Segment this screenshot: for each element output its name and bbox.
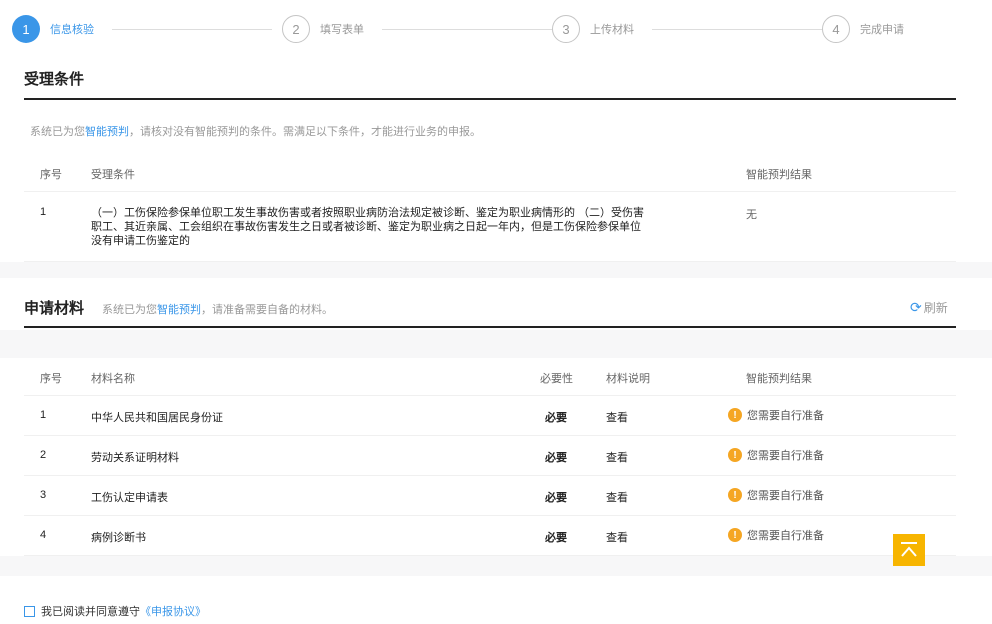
step-number: 3 (552, 15, 580, 43)
refresh-label: 刷新 (923, 301, 948, 315)
exclamation-circle-icon: ! (728, 408, 742, 422)
result-cell: ! 您需要自行准备 (728, 407, 824, 423)
header-result: 智能预判结果 (746, 169, 812, 181)
materials-title: 申请材料 (24, 300, 85, 317)
smart-predict-link[interactable]: 智能预判 (85, 126, 129, 138)
section-spacer (0, 556, 992, 576)
step-4: 4 完成申请 (822, 14, 904, 44)
progress-steps: 1 信息核验 2 填写表单 3 上传材料 4 完成申请 (12, 14, 932, 44)
table-row: 1 中华人民共和国居民身份证 必要 查看 ! 您需要自行准备 (24, 396, 956, 436)
material-name: 工伤认定申请表 (91, 492, 168, 504)
condition-text: （一）工伤保险参保单位职工发生事故伤害或者按照职业病防治法规定被诊断、鉴定为职业… (91, 207, 645, 247)
agreement-text: 我已阅读并同意遵守 (41, 606, 140, 618)
section-spacer (0, 262, 992, 278)
step-number: 4 (822, 15, 850, 43)
step-3: 3 上传材料 (552, 14, 634, 44)
header-num: 序号 (40, 373, 62, 385)
header-desc: 材料说明 (606, 373, 650, 385)
required-value: 必要 (545, 452, 567, 464)
materials-hint: 系统已为您智能预判，请准备需要自备的材料。 (102, 301, 333, 317)
agreement-row: 我已阅读并同意遵守 《申报协议》 (24, 603, 206, 619)
hint-text: ，请准备需要自备的材料。 (201, 304, 333, 316)
section-divider (24, 98, 956, 100)
section-spacer (0, 330, 992, 358)
row-num: 3 (40, 489, 47, 501)
back-to-top-button[interactable] (893, 534, 925, 566)
step-connector (652, 29, 822, 30)
hint-text: 系统已为您 (102, 304, 157, 316)
row-num: 2 (40, 449, 47, 461)
materials-table: 序号 材料名称 必要性 材料说明 智能预判结果 1 中华人民共和国居民身份证 必… (24, 358, 956, 556)
conditions-hint: 系统已为您智能预判，请核对没有智能预判的条件。需满足以下条件，才能进行业务的申报… (30, 123, 481, 139)
step-label: 信息核验 (50, 24, 94, 36)
material-name: 中华人民共和国居民身份证 (91, 412, 223, 424)
exclamation-circle-icon: ! (728, 528, 742, 542)
header-name: 材料名称 (91, 373, 135, 385)
exclamation-circle-icon: ! (728, 448, 742, 462)
step-number: 1 (12, 15, 40, 43)
result-text: 您需要自行准备 (747, 530, 824, 542)
result-cell: ! 您需要自行准备 (728, 527, 824, 543)
exclamation-circle-icon: ! (728, 488, 742, 502)
step-number: 2 (282, 15, 310, 43)
conditions-title: 受理条件 (24, 71, 85, 88)
required-value: 必要 (545, 532, 567, 544)
step-label: 上传材料 (590, 24, 634, 36)
hint-text: 系统已为您 (30, 126, 85, 138)
refresh-icon: ⟳ (910, 299, 922, 315)
header-condition: 受理条件 (91, 169, 135, 181)
step-2: 2 填写表单 (282, 14, 364, 44)
step-connector (112, 29, 272, 30)
required-value: 必要 (545, 492, 567, 504)
table-row: 2 劳动关系证明材料 必要 查看 ! 您需要自行准备 (24, 436, 956, 476)
result-cell: ! 您需要自行准备 (728, 487, 824, 503)
section-divider (24, 326, 956, 328)
step-label: 完成申请 (860, 24, 904, 36)
header-num: 序号 (40, 169, 62, 181)
result-text: 您需要自行准备 (747, 410, 824, 422)
table-row: 3 工伤认定申请表 必要 查看 ! 您需要自行准备 (24, 476, 956, 516)
row-num: 4 (40, 529, 47, 541)
agreement-checkbox[interactable] (24, 605, 35, 617)
arrow-up-to-top-icon (901, 542, 917, 557)
smart-predict-link[interactable]: 智能预判 (157, 304, 201, 316)
conditions-table: 序号 受理条件 智能预判结果 1 （一）工伤保险参保单位职工发生事故伤害或者按照… (24, 158, 956, 262)
view-link[interactable]: 查看 (606, 449, 628, 465)
header-required: 必要性 (540, 373, 573, 385)
material-name: 劳动关系证明材料 (91, 452, 179, 464)
refresh-button[interactable]: ⟳ 刷新 (910, 299, 948, 316)
step-connector (382, 29, 552, 30)
table-header: 序号 材料名称 必要性 材料说明 智能预判结果 (24, 358, 956, 396)
result-text: 您需要自行准备 (747, 450, 824, 462)
row-num: 1 (40, 409, 47, 421)
step-label: 填写表单 (320, 24, 364, 36)
view-link[interactable]: 查看 (606, 409, 628, 425)
material-name: 病例诊断书 (91, 532, 146, 544)
row-result: 无 (746, 209, 757, 221)
table-row: 4 病例诊断书 必要 查看 ! 您需要自行准备 (24, 516, 956, 556)
result-text: 您需要自行准备 (747, 490, 824, 502)
result-cell: ! 您需要自行准备 (728, 447, 824, 463)
header-result: 智能预判结果 (746, 373, 812, 385)
step-1: 1 信息核验 (12, 14, 94, 44)
table-header: 序号 受理条件 智能预判结果 (24, 158, 956, 192)
agreement-link[interactable]: 《申报协议》 (140, 603, 206, 619)
row-num: 1 (40, 206, 47, 218)
hint-text: ，请核对没有智能预判的条件。需满足以下条件，才能进行业务的申报。 (129, 126, 481, 138)
required-value: 必要 (545, 412, 567, 424)
view-link[interactable]: 查看 (606, 489, 628, 505)
view-link[interactable]: 查看 (606, 529, 628, 545)
table-row: 1 （一）工伤保险参保单位职工发生事故伤害或者按照职业病防治法规定被诊断、鉴定为… (24, 192, 956, 262)
